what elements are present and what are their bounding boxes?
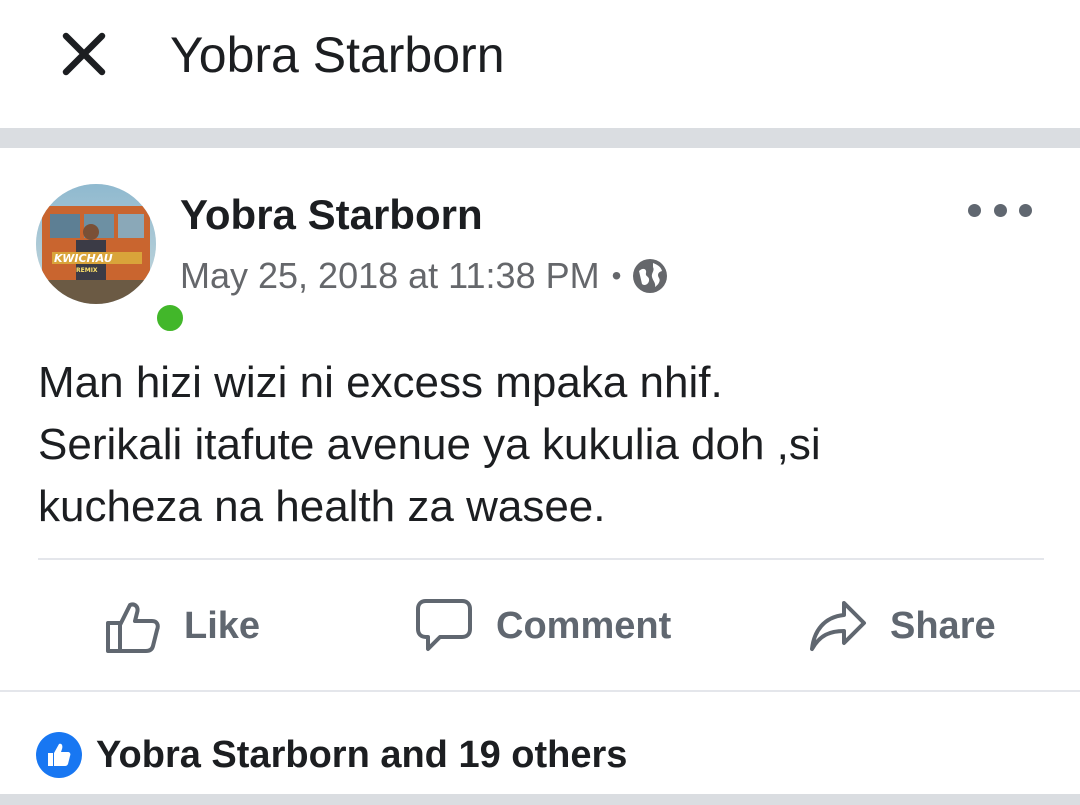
comment-button[interactable]: Comment <box>414 596 671 656</box>
post-actions: Like Comment Share <box>0 560 1080 690</box>
post-text-line: Man hizi wizi ni excess mpaka nhif. <box>38 358 723 407</box>
top-bar: Yobra Starborn <box>0 0 1080 128</box>
meta-separator: • <box>611 260 622 291</box>
post-meta: May 25, 2018 at 11:38 PM • <box>180 254 669 298</box>
more-dot <box>1019 203 1032 217</box>
comment-label: Comment <box>496 604 672 647</box>
close-icon <box>62 32 106 76</box>
online-status-indicator <box>152 300 188 336</box>
avatar-picture: KWICHAU REMIX <box>36 184 156 304</box>
avatar-logo-subtext: REMIX <box>76 267 98 274</box>
post-text-line: Serikali itafute avenue ya kukulia doh ,… <box>38 420 821 469</box>
share-label: Share <box>890 604 996 647</box>
like-button[interactable]: Like <box>104 596 260 656</box>
more-dot <box>968 203 981 217</box>
share-button[interactable]: Share <box>808 596 996 656</box>
avatar-image: KWICHAU REMIX <box>36 184 156 304</box>
author-avatar[interactable]: KWICHAU REMIX <box>36 184 188 336</box>
post-author-name[interactable]: Yobra Starborn <box>180 190 483 240</box>
section-divider <box>0 128 1080 148</box>
share-icon <box>810 601 866 651</box>
post-body: Man hizi wizi ni excess mpaka nhif. Seri… <box>38 352 1038 538</box>
reactions-summary[interactable]: Yobra Starborn and 19 others <box>36 730 627 780</box>
bottom-separator <box>0 794 1080 805</box>
more-dot <box>993 203 1007 217</box>
thumbs-up-icon <box>106 602 160 653</box>
post-card: KWICHAU REMIX Yobra Starborn May 25, 201… <box>0 148 1080 794</box>
more-options-button[interactable] <box>968 192 1032 228</box>
globe-icon <box>633 259 668 293</box>
like-badge-icon <box>36 732 82 778</box>
close-button[interactable] <box>54 24 114 84</box>
comment-icon <box>416 599 472 651</box>
thumbs-up-icon <box>48 743 71 766</box>
page-title: Yobra Starborn <box>170 27 505 83</box>
reactions-text: Yobra Starborn and 19 others <box>96 733 628 776</box>
post-text-line: kucheza na health za wasee. <box>38 482 606 531</box>
like-label: Like <box>184 604 261 647</box>
avatar-logo-text: KWICHAU <box>54 252 113 265</box>
reactions-divider <box>0 690 1080 692</box>
post-timestamp[interactable]: May 25, 2018 at 11:38 PM <box>180 255 600 297</box>
